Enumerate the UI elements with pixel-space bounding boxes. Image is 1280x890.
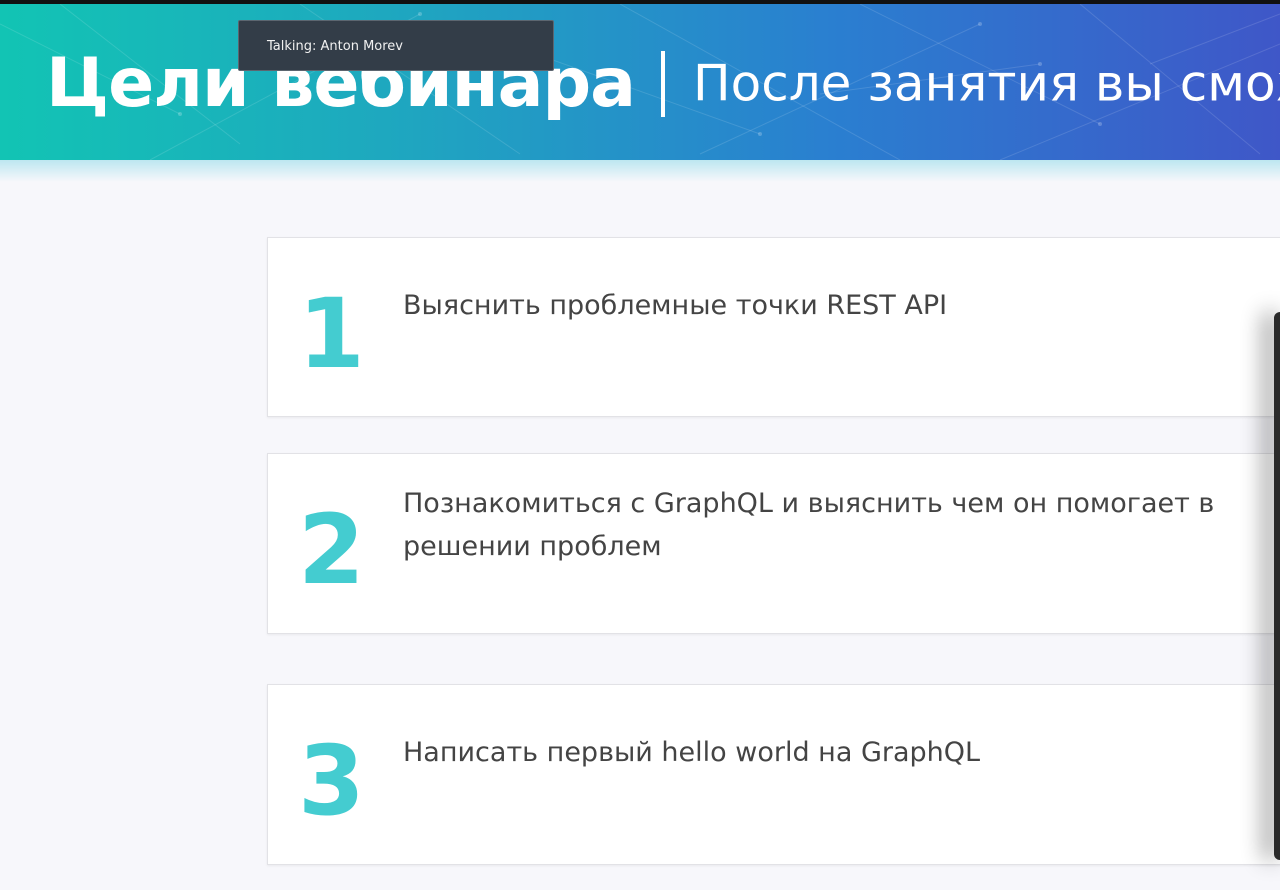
slide-subtitle: После занятия вы смож (693, 54, 1280, 113)
window-top-edge (0, 0, 1280, 4)
goal-card: 1 Выяснить проблемные точки REST API (267, 237, 1280, 417)
slide-title-row: Цели вебинара После занятия вы смож (46, 44, 1280, 123)
title-divider (661, 50, 666, 117)
goal-number: 3 (298, 725, 365, 837)
goal-card: 2 Познакомиться с GraphQL и выяснить чем… (267, 453, 1280, 634)
goal-text: Написать первый hello world на GraphQL (403, 737, 981, 768)
banner-shadow (0, 160, 1280, 182)
goal-card: 3 Написать первый hello world на GraphQL (267, 684, 1280, 865)
goal-number: 2 (298, 494, 365, 606)
side-panel-edge[interactable] (1274, 312, 1280, 860)
goal-text: Выяснить проблемные точки REST API (403, 290, 948, 321)
goal-number: 1 (298, 278, 365, 390)
talking-indicator-tooltip: Talking: Anton Morev (238, 20, 554, 71)
goal-text: Познакомиться с GraphQL и выяснить чем о… (403, 488, 1215, 562)
